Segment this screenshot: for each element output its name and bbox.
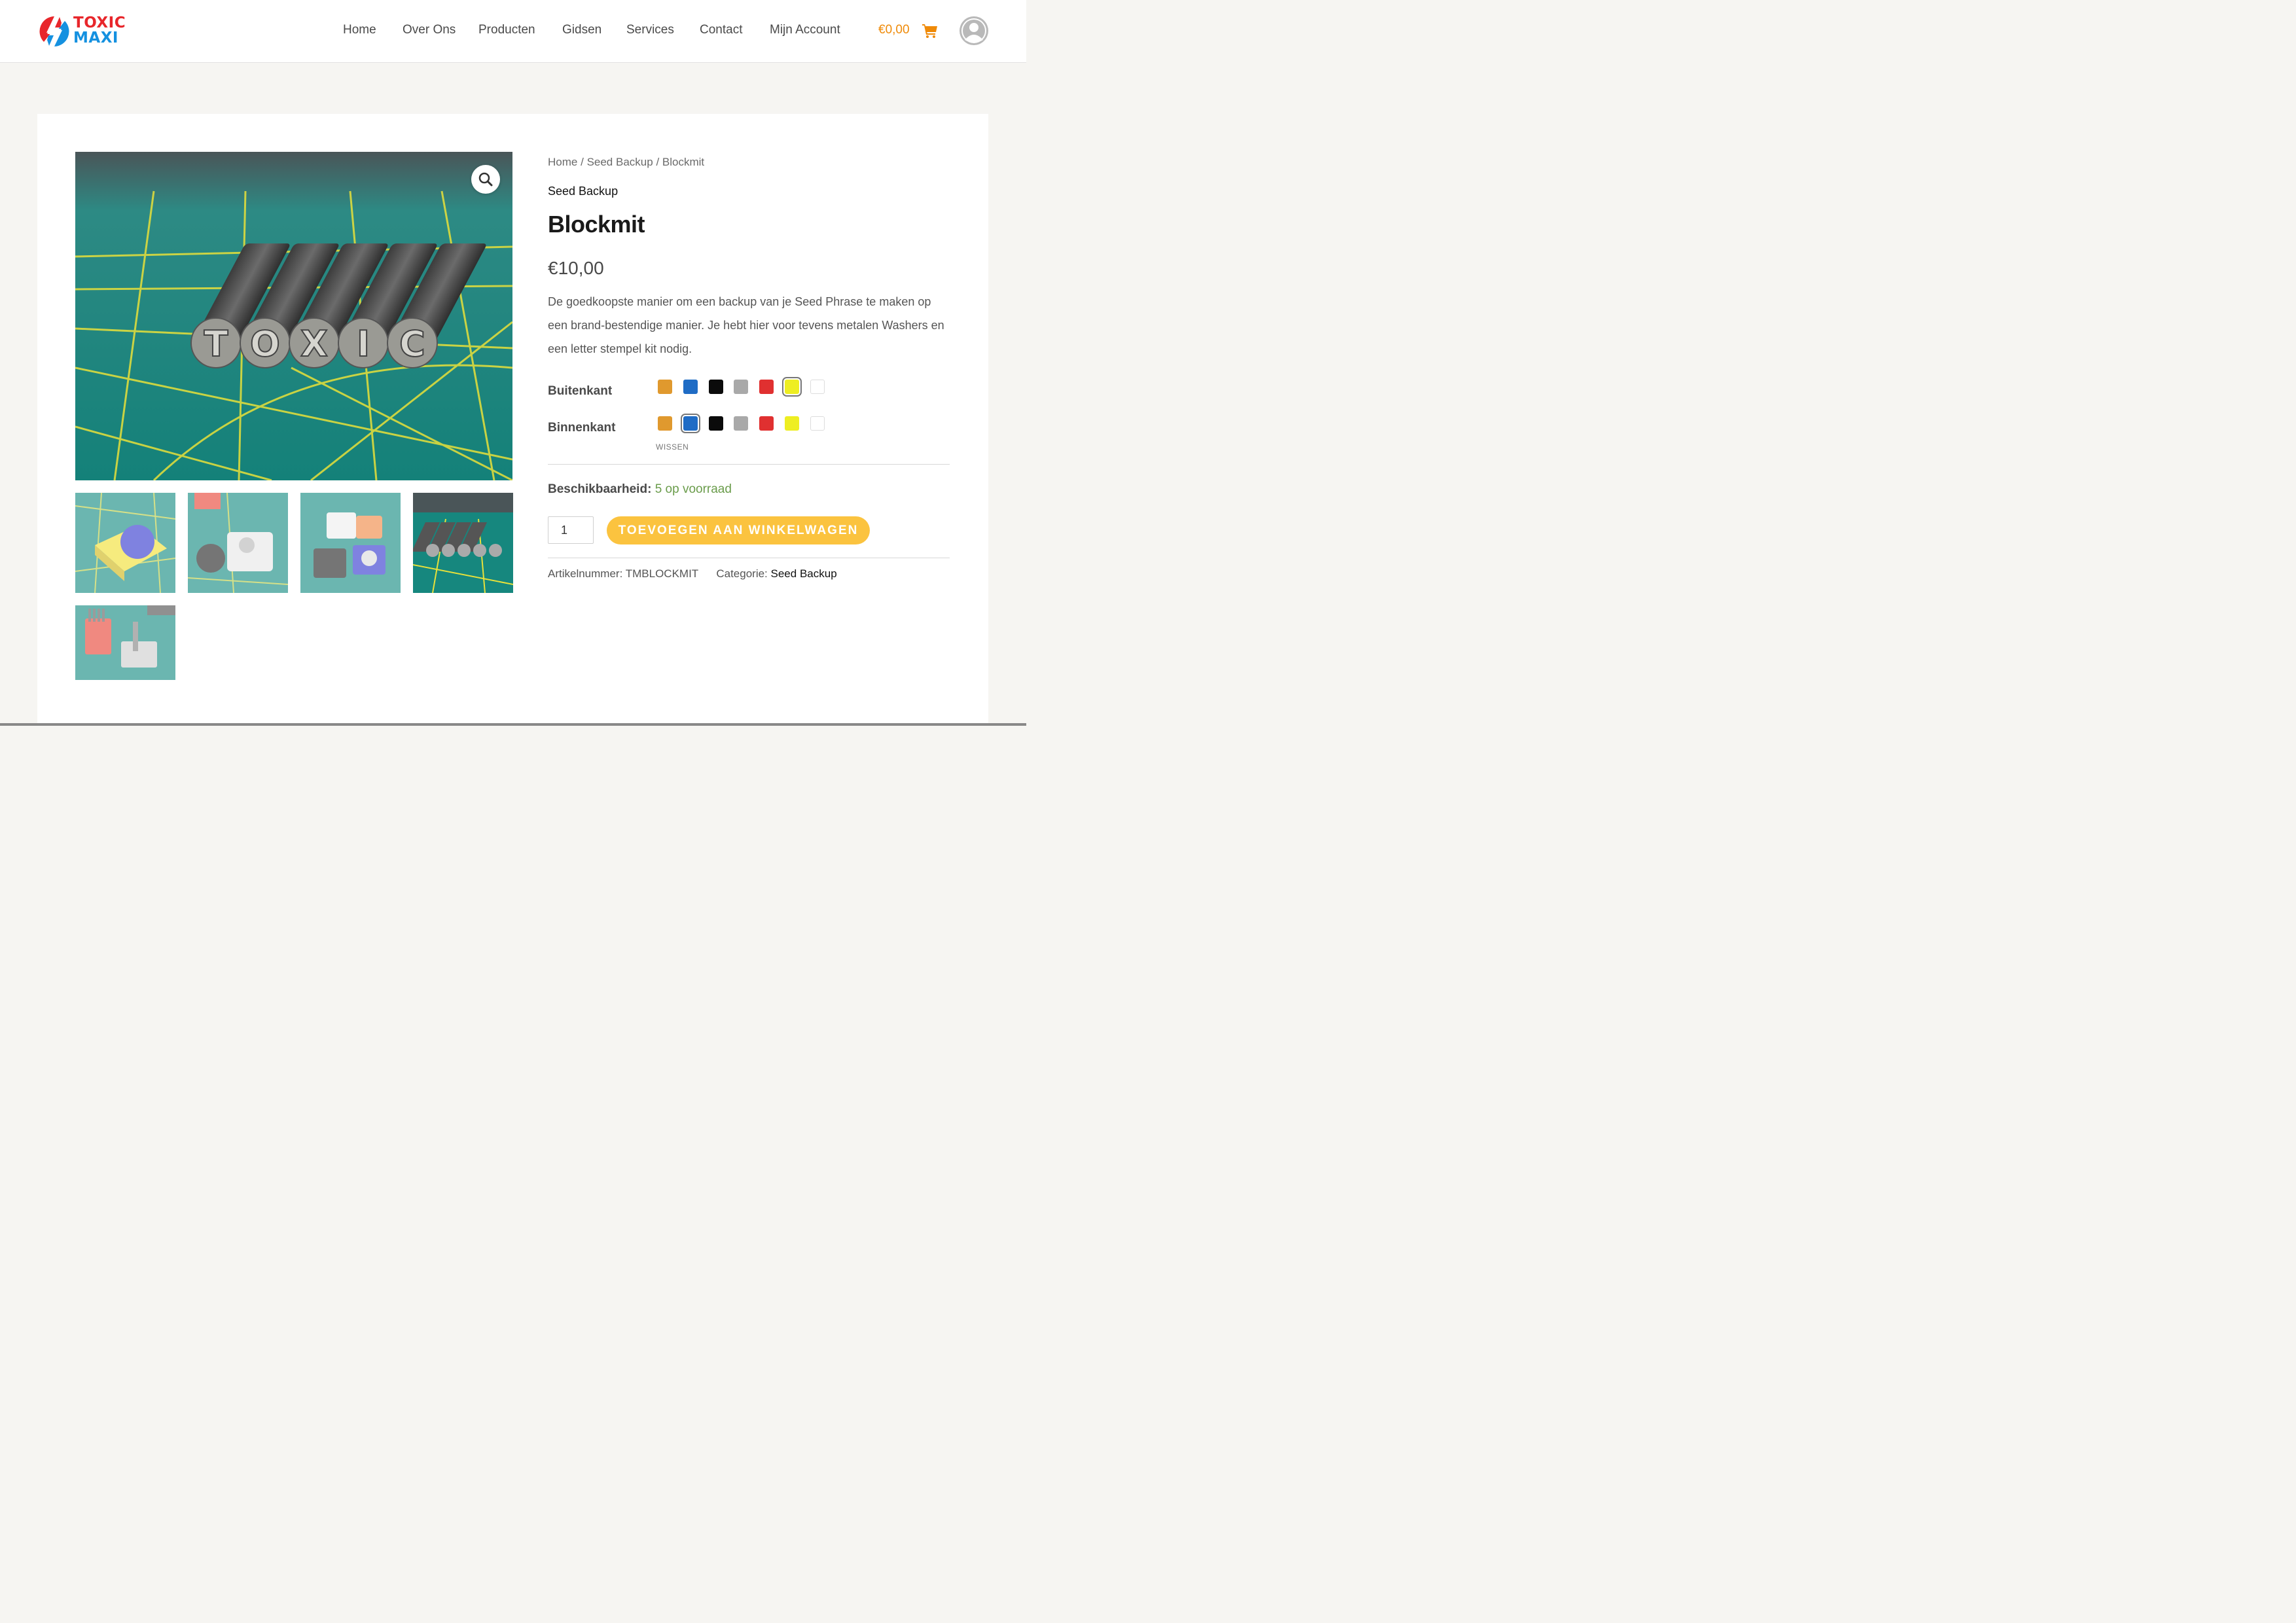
availability-label: Beschikbaarheid: [548,482,652,496]
thumbnail-3[interactable] [300,493,401,593]
thumbnail-image [300,493,401,593]
thumbnail-image [413,493,513,593]
add-to-cart-button[interactable]: TOEVOEGEN AAN WINKELWAGEN [607,516,870,544]
color-swatch[interactable] [810,416,825,431]
availability: Beschikbaarheid: 5 op voorraad [548,482,732,497]
breadcrumb-current: Blockmit [662,156,705,168]
breadcrumb-separator: / [581,156,584,168]
page-bottom-edge [0,723,1026,726]
stamp-letter-x: X [300,323,328,365]
stamp-letter-i: I [357,323,370,365]
user-avatar[interactable] [960,16,988,45]
thumbnail-image [75,605,175,680]
thumbnail-2[interactable] [188,493,288,593]
stamp-letter-o: O [250,323,280,365]
main-nav: Home Over Ons Producten Gidsen Services … [0,23,1026,40]
nav-services[interactable]: Services [626,23,674,37]
color-swatch[interactable] [734,380,748,394]
color-swatch[interactable] [759,380,774,394]
main-product-image[interactable]: T O X I C [75,152,512,480]
availability-value: 5 op voorraad [655,482,732,496]
site-header: TOXIC MAXI Home Over Ons Producten Gidse… [0,0,1026,63]
category-meta-link[interactable]: Seed Backup [771,567,837,580]
sku-value: TMBLOCKMIT [625,567,698,580]
swatches-buitenkant [658,377,828,397]
thumbnail-1[interactable] [75,493,175,593]
swatches-binnenkant [658,414,828,433]
cart-total[interactable]: €0,00 [878,23,910,37]
nav-home[interactable]: Home [343,23,376,37]
color-swatch[interactable] [658,416,672,431]
breadcrumb-separator: / [656,156,660,168]
color-swatch[interactable] [709,416,723,431]
color-swatch[interactable] [810,380,825,394]
product-category-link[interactable]: Seed Backup [548,185,618,198]
breadcrumb: Home / Seed Backup / Blockmit [548,156,704,169]
category-meta-label: Categorie: [716,567,768,580]
shopping-cart-icon[interactable] [922,24,938,38]
thumbnail-image [75,493,175,593]
quantity-input[interactable] [548,516,594,544]
product-price: €10,00 [548,258,604,278]
sku-label: Artikelnummer: [548,567,623,580]
nav-producten[interactable]: Producten [478,23,535,37]
color-swatch[interactable] [681,414,700,433]
clear-selection-link[interactable]: WISSEN [656,442,689,452]
nav-mijn-account[interactable]: Mijn Account [770,23,840,37]
color-swatch[interactable] [658,380,672,394]
variation-label-binnenkant: Binnenkant [548,421,616,435]
product-description: De goedkoopste manier om een backup van … [548,295,944,355]
stamp-letter-t: T [204,323,228,365]
thumbnail-4[interactable] [413,493,513,593]
user-icon [961,18,986,43]
product-meta: Artikelnummer: TMBLOCKMIT Categorie: See… [548,567,837,580]
color-swatch[interactable] [683,380,698,394]
product-photo: T O X I C [75,152,512,480]
nav-gidsen[interactable]: Gidsen [562,23,601,37]
magnifier-icon [478,172,493,187]
color-swatch[interactable] [759,416,774,431]
nav-over-ons[interactable]: Over Ons [403,23,456,37]
variation-label-buitenkant: Buitenkant [548,384,613,398]
breadcrumb-category[interactable]: Seed Backup [587,156,653,168]
thumbnail-5[interactable] [75,605,175,680]
zoom-button[interactable] [471,165,500,194]
product-title: Blockmit [548,211,645,238]
stamp-letter-c: C [399,323,425,365]
nav-contact[interactable]: Contact [700,23,742,37]
color-swatch[interactable] [709,380,723,394]
divider [548,464,950,465]
color-swatch[interactable] [734,416,748,431]
color-swatch[interactable] [785,416,799,431]
color-swatch[interactable] [782,377,802,397]
thumbnail-image [188,493,288,593]
breadcrumb-home[interactable]: Home [548,156,577,168]
